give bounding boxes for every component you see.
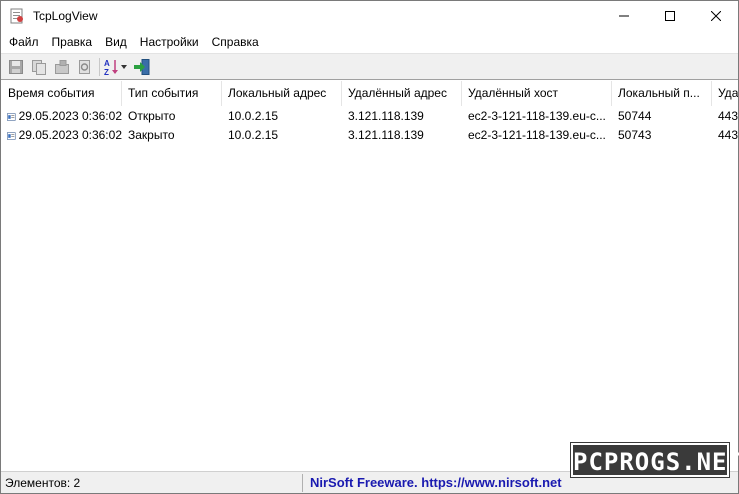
cell-remote-port: 443 — [718, 109, 738, 123]
properties-icon — [55, 59, 69, 74]
window-title: TcpLogView — [33, 9, 98, 23]
properties-button[interactable] — [51, 56, 73, 78]
status-divider — [302, 474, 303, 492]
copy-icon — [32, 59, 46, 75]
event-list[interactable]: Время события Тип события Локальный адре… — [2, 81, 738, 469]
column-header-remote-port[interactable]: Уда — [712, 81, 738, 106]
table-row[interactable]: 29.05.2023 0:36:02 Закрыто 10.0.2.15 3.1… — [2, 126, 738, 145]
cell-event-time: 29.05.2023 0:36:02 — [2, 107, 122, 126]
table-row[interactable]: 29.05.2023 0:36:02 Открыто 10.0.2.15 3.1… — [2, 107, 738, 126]
cell-local-address: 10.0.2.15 — [228, 128, 279, 142]
sort-button[interactable]: A Z — [102, 56, 130, 78]
column-header-event-time[interactable]: Время события — [2, 81, 122, 106]
menu-help[interactable]: Справка — [206, 32, 266, 52]
cell-remote-port: 443 — [718, 128, 738, 142]
app-icon[interactable] — [9, 8, 25, 24]
menu-bar: Файл Правка Вид Настройки Справка — [1, 32, 738, 52]
sort-icon: A Z — [104, 59, 127, 76]
column-header-remote-host[interactable]: Удалённый хост — [462, 81, 612, 106]
item-count: Элементов: 2 — [5, 476, 81, 490]
column-header-local-address[interactable]: Локальный адрес — [222, 81, 342, 106]
cell-event-type: Открыто — [128, 109, 176, 123]
app-window: TcpLogView Файл Правка Вид Настройки Спр… — [0, 0, 739, 494]
svg-text:A: A — [104, 59, 110, 68]
cell-local-port: 50744 — [618, 109, 652, 123]
cell-remote-address: 3.121.118.139 — [348, 128, 424, 142]
maximize-button[interactable] — [647, 1, 693, 31]
column-header-remote-address[interactable]: Удалённый адрес — [342, 81, 462, 106]
toolbar: A Z — [1, 53, 738, 80]
cell-event-time: 29.05.2023 0:36:02 — [2, 126, 122, 145]
menu-settings[interactable]: Настройки — [134, 32, 206, 52]
find-button[interactable] — [74, 56, 96, 78]
minimize-button[interactable] — [601, 1, 647, 31]
nirsoft-link[interactable]: NirSoft Freeware. https://www.nirsoft.ne… — [310, 475, 562, 490]
list-header: Время события Тип события Локальный адре… — [2, 81, 738, 106]
cell-remote-host: ec2-3-121-118-139.eu-c... — [468, 109, 606, 123]
cell-remote-address: 3.121.118.139 — [348, 109, 424, 123]
watermark: PCPROGS.NET — [570, 442, 739, 478]
save-icon — [9, 59, 23, 74]
menu-view[interactable]: Вид — [99, 32, 134, 52]
cell-remote-host: ec2-3-121-118-139.eu-c... — [468, 128, 606, 142]
exit-button[interactable] — [131, 56, 153, 78]
close-button[interactable] — [693, 1, 739, 31]
column-header-local-port[interactable]: Локальный п... — [612, 81, 712, 106]
cell-local-address: 10.0.2.15 — [228, 109, 279, 123]
connection-icon — [7, 112, 16, 121]
svg-text:Z: Z — [104, 68, 109, 76]
menu-edit[interactable]: Правка — [46, 32, 100, 52]
cell-local-port: 50743 — [618, 128, 652, 142]
copy-button[interactable] — [28, 56, 50, 78]
column-header-event-type[interactable]: Тип события — [122, 81, 222, 106]
cell-event-type: Закрыто — [128, 128, 175, 142]
connection-icon — [7, 131, 16, 140]
menu-file[interactable]: Файл — [3, 32, 46, 52]
save-button[interactable] — [5, 56, 27, 78]
toolbar-separator — [99, 57, 100, 76]
find-icon — [79, 59, 90, 74]
title-bar[interactable]: TcpLogView — [1, 1, 738, 31]
exit-icon — [134, 58, 150, 75]
